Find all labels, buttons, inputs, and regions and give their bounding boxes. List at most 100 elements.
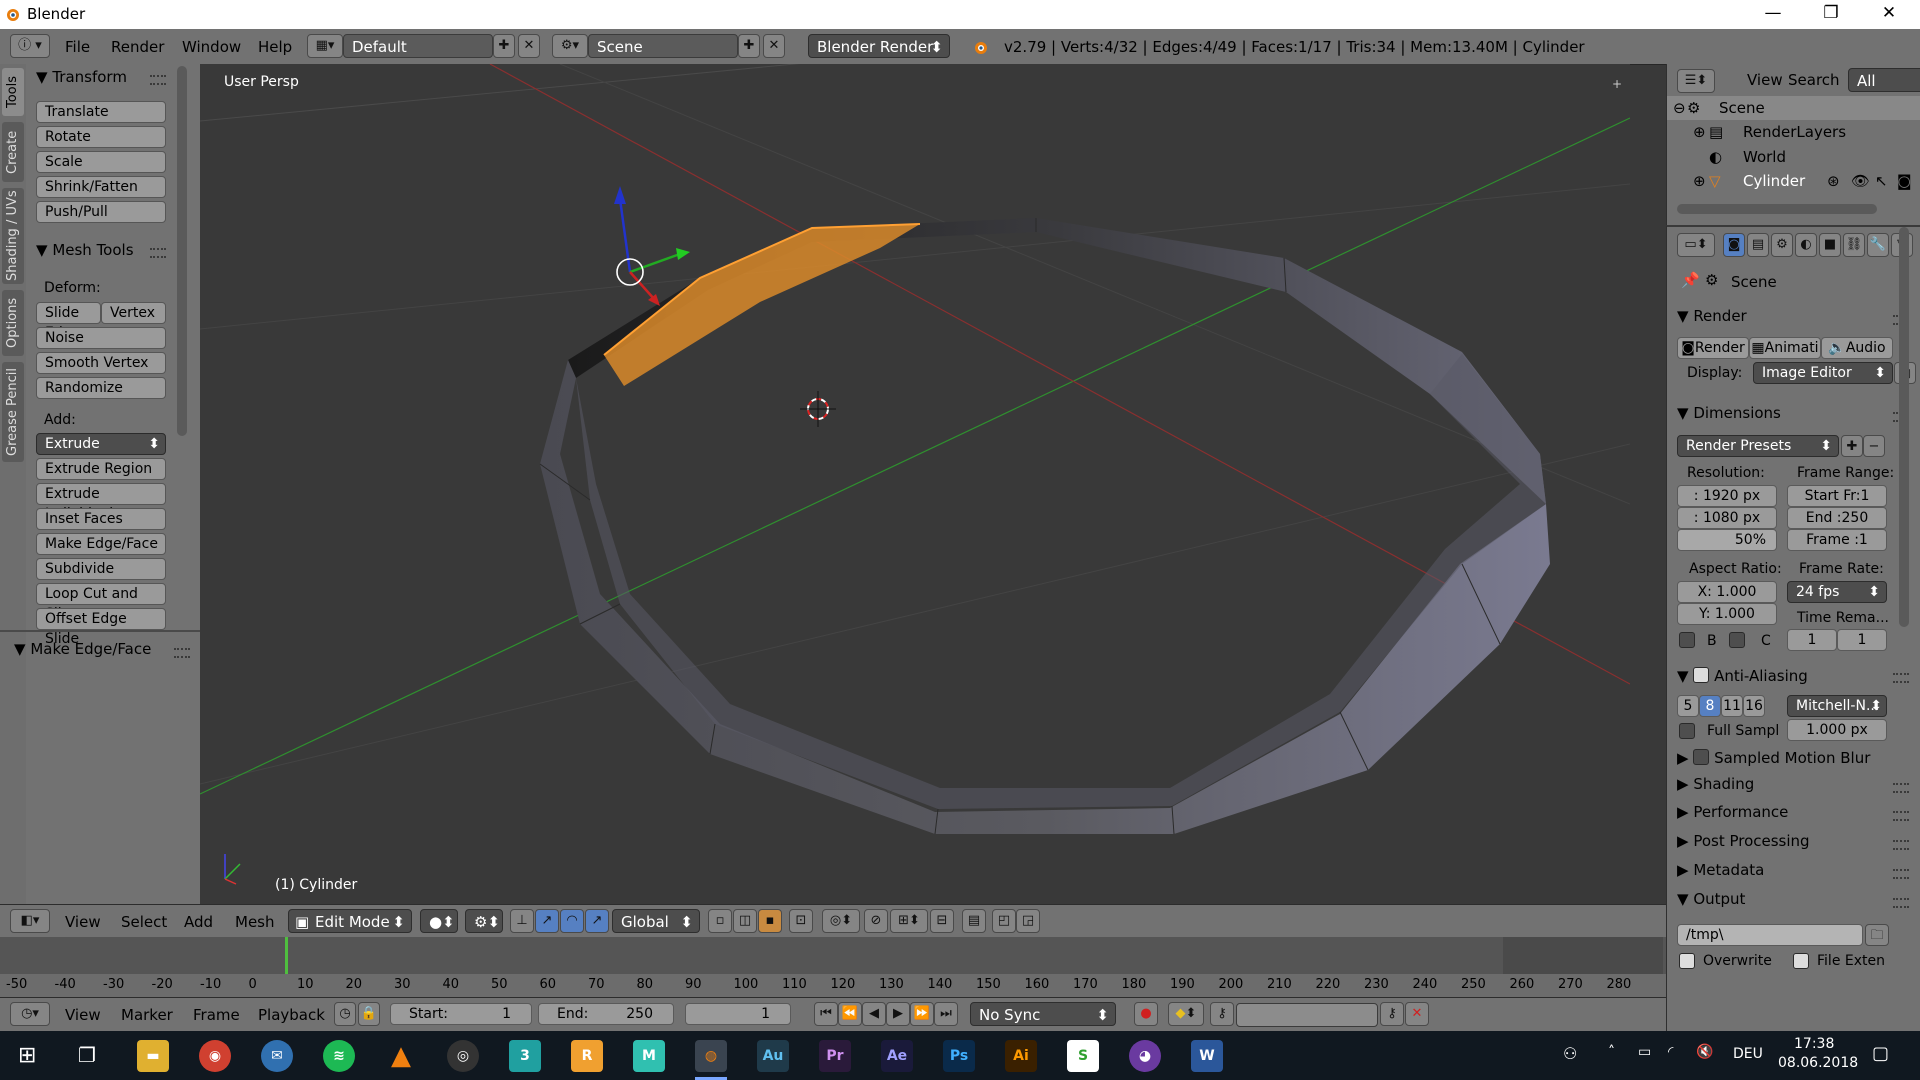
minimize-button[interactable]: —: [1744, 0, 1802, 29]
scale-button[interactable]: Scale: [36, 151, 166, 173]
transform-panel-header[interactable]: ▼ Transform: [36, 68, 127, 86]
outliner-item-renderlayers[interactable]: ⊕ ▤ RenderLayers: [1667, 120, 1920, 144]
battery-icon[interactable]: ▭: [1638, 1044, 1651, 1060]
menu-render[interactable]: Render: [111, 38, 164, 56]
vertex-select-icon[interactable]: ▫: [708, 909, 732, 933]
menu-playback[interactable]: Playback: [258, 1006, 325, 1024]
app-s-icon[interactable]: S: [1067, 1040, 1099, 1072]
render-presets-dropdown[interactable]: Render Presets ⬍: [1677, 435, 1839, 457]
start-frame-field[interactable]: Start: 1: [390, 1003, 532, 1025]
editor-type-outliner-icon[interactable]: ☰⬍: [1677, 69, 1715, 93]
outliner-item-scene[interactable]: ⊖ ⚙ Scene: [1667, 96, 1920, 120]
current-frame-field[interactable]: 1: [685, 1003, 791, 1025]
sync-dropdown[interactable]: No Sync ⬍: [970, 1002, 1116, 1026]
area-split-icon[interactable]: +: [1612, 77, 1622, 91]
menu-frame[interactable]: Frame: [193, 1006, 240, 1024]
aspect-x-field[interactable]: X: 1.000: [1677, 581, 1777, 603]
notifications-icon[interactable]: ▢: [1872, 1043, 1889, 1064]
wifi-icon[interactable]: ◜: [1668, 1044, 1673, 1060]
tool-shelf-scrollbar[interactable]: [177, 66, 187, 436]
subdivide-button[interactable]: Subdivide: [36, 558, 166, 580]
obs-icon[interactable]: ◎: [447, 1040, 479, 1072]
screen-layout-icon[interactable]: ▦▾: [307, 34, 343, 58]
menu-add[interactable]: Add: [184, 913, 213, 931]
outliner-display-dropdown[interactable]: All Scenes: [1848, 68, 1920, 114]
expand-icon[interactable]: ⊕: [1693, 169, 1706, 193]
premiere-icon[interactable]: Pr: [819, 1040, 851, 1072]
border-checkbox[interactable]: [1679, 632, 1695, 648]
sampled-motion-blur-header[interactable]: ▶ Sampled Motion Blur: [1677, 747, 1870, 767]
mode-dropdown[interactable]: Edit Mode ▣ ⬍: [288, 909, 412, 933]
windows-start-icon[interactable]: ⊞: [18, 1043, 36, 1068]
menu-help[interactable]: Help: [258, 38, 292, 56]
word-icon[interactable]: W: [1191, 1040, 1223, 1072]
file-explorer-icon[interactable]: ▬: [137, 1040, 169, 1072]
operator-panel-header[interactable]: ▼ Make Edge/Face: [14, 640, 151, 658]
keying-set-icon[interactable]: ◆⬍: [1168, 1002, 1204, 1026]
panel-grip-icon[interactable]: [1893, 869, 1909, 879]
thunderbird-icon[interactable]: ✉: [261, 1040, 293, 1072]
resolution-y-field[interactable]: : 1080 px: [1677, 507, 1777, 529]
editor-type-info-icon[interactable]: ⓘ ▾: [10, 34, 50, 58]
display-dropdown[interactable]: Image Editor ⬍: [1753, 362, 1893, 384]
performance-panel-header[interactable]: ▶ Performance: [1677, 803, 1788, 821]
app-3-icon[interactable]: 3: [509, 1040, 541, 1072]
menu-timeline-view[interactable]: View: [65, 1006, 101, 1024]
pivot-point-dropdown[interactable]: ⚙⬍: [465, 909, 503, 933]
visibility-eye-icon[interactable]: 👁: [1851, 169, 1870, 193]
panel-grip-icon[interactable]: [1893, 898, 1909, 908]
filter-size-field[interactable]: 1.000 px: [1787, 719, 1887, 741]
outliner-item-world[interactable]: ◐ World: [1667, 145, 1920, 169]
record-icon[interactable]: ●: [1134, 1002, 1158, 1026]
editor-type-timeline-icon[interactable]: ◷▾: [10, 1002, 50, 1026]
renderability-camera-icon[interactable]: ◙: [1897, 169, 1912, 193]
aa-filter-dropdown[interactable]: Mitchell-N... ⬍: [1787, 695, 1887, 717]
spotify-icon[interactable]: ≋: [323, 1040, 355, 1072]
after-effects-icon[interactable]: Ae: [881, 1040, 913, 1072]
timeline[interactable]: -50 -40 -30 -20 -10 0 10 20 30 40 50 60 70 80 90 100 110…: [0, 937, 1666, 997]
tab-options[interactable]: Options: [2, 290, 24, 356]
extrude-region-button[interactable]: Extrude Region: [36, 458, 166, 480]
lock-range-icon[interactable]: 🔒: [358, 1002, 380, 1026]
end-frame-field[interactable]: End: 250: [538, 1003, 674, 1025]
outliner-menu-search[interactable]: Search: [1788, 71, 1840, 89]
viewport-shading-dropdown[interactable]: ●⬍: [420, 909, 458, 933]
snap-element-icon[interactable]: ⊞⬍: [890, 909, 928, 933]
extrude-dropdown[interactable]: Extrude ⬍: [36, 433, 166, 455]
pin-icon[interactable]: 📌: [1681, 271, 1700, 289]
aa-samples-5[interactable]: 5: [1677, 695, 1699, 717]
menu-select[interactable]: Select: [121, 913, 167, 931]
frame-end-field[interactable]: End :250: [1787, 507, 1887, 529]
properties-scrollbar[interactable]: [1899, 227, 1909, 627]
aa-samples-8[interactable]: 8: [1699, 695, 1721, 717]
play-reverse-icon[interactable]: ◀: [862, 1002, 886, 1026]
menu-window[interactable]: Window: [182, 38, 241, 56]
expand-icon[interactable]: ⊕: [1693, 120, 1706, 144]
make-edge-face-button[interactable]: Make Edge/Face: [36, 533, 166, 555]
shrink-fatten-button[interactable]: Shrink/Fatten: [36, 176, 166, 198]
output-panel-header[interactable]: ▼ Output: [1677, 890, 1745, 908]
time-remap-old-field[interactable]: 1: [1787, 629, 1837, 651]
tab-tools[interactable]: Tools: [2, 68, 24, 116]
clock-time[interactable]: 17:38: [1794, 1036, 1834, 1052]
clock-date[interactable]: 08.06.2018: [1778, 1055, 1858, 1071]
jump-keyframe-forward-icon[interactable]: ⏩: [910, 1002, 934, 1026]
face-select-icon[interactable]: ▪: [758, 909, 782, 933]
push-pull-button[interactable]: Push/Pull: [36, 201, 166, 223]
preview-range-icon[interactable]: ◷: [334, 1002, 356, 1026]
jump-start-icon[interactable]: ⏮: [814, 1002, 838, 1026]
outliner-scrollbar[interactable]: [1677, 204, 1877, 214]
tab-create[interactable]: Create: [2, 122, 24, 182]
slide-vertex-button[interactable]: Vertex: [101, 302, 166, 324]
panel-grip-icon[interactable]: [1893, 840, 1909, 850]
close-button[interactable]: ✕: [1860, 0, 1918, 29]
translate-button[interactable]: Translate: [36, 101, 166, 123]
panel-grip-icon[interactable]: [1893, 811, 1909, 821]
illustrator-icon[interactable]: Ai: [1005, 1040, 1037, 1072]
menu-file[interactable]: File: [65, 38, 90, 56]
tab-shading-uvs[interactable]: Shading / UVs: [2, 188, 24, 284]
menu-view[interactable]: View: [65, 913, 101, 931]
vlc-icon[interactable]: ▲: [385, 1040, 417, 1072]
orientation-dropdown[interactable]: Global ⬍: [612, 909, 700, 933]
outliner-item-cylinder[interactable]: ⊕ ▽ Cylinder ⊛ 👁 ↖ ◙: [1667, 169, 1920, 193]
